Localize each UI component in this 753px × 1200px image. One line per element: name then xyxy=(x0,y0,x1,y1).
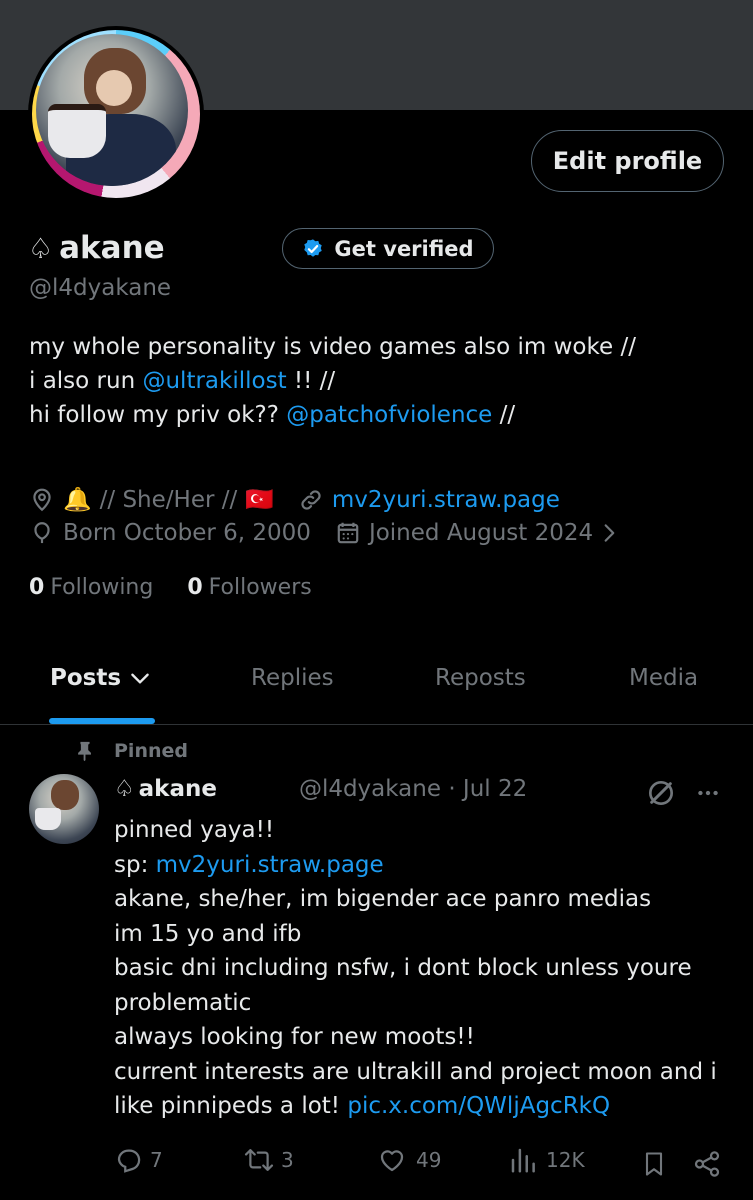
post-line: like pinnipeds a lot! xyxy=(114,1093,348,1119)
like-icon xyxy=(380,1150,404,1172)
profile-meta-row-1: 🔔 // She/Her // 🇹🇷 mv2yuri.straw.page xyxy=(29,486,560,513)
join-date: Joined August 2024 xyxy=(368,520,594,546)
following-count: 0 xyxy=(29,575,45,600)
post-text: pinned yaya!! sp: mv2yuri.straw.page aka… xyxy=(114,813,734,1124)
bio-line-3-end: // xyxy=(492,402,516,428)
bookmark-icon[interactable] xyxy=(640,1149,668,1179)
profile-handle: @l4dyakane xyxy=(29,275,172,301)
like-count: 49 xyxy=(416,1148,442,1172)
balloon-icon xyxy=(34,522,50,544)
like-button[interactable]: 49 xyxy=(376,1145,441,1175)
pinned-text: Pinned xyxy=(114,740,188,762)
post-avatar[interactable] xyxy=(29,774,99,844)
view-count: 12K xyxy=(546,1148,585,1172)
followers-label: Followers xyxy=(208,575,312,600)
reply-count: 7 xyxy=(150,1148,163,1172)
post-line: im 15 yo and ifb xyxy=(114,920,302,947)
flag-emoji: 🇹🇷 xyxy=(245,487,274,513)
bio-line-3-text: hi follow my priv ok?? xyxy=(29,402,287,428)
pin-icon xyxy=(78,741,91,762)
birthdate: Born October 6, 2000 xyxy=(63,520,311,546)
avatar-image xyxy=(36,34,188,186)
profile-meta-row-2: Born October 6, 2000 Joined August 2024 xyxy=(29,520,619,546)
reply-icon xyxy=(117,1149,141,1173)
chevron-right-icon[interactable] xyxy=(601,520,619,546)
pinned-label: Pinned xyxy=(74,740,188,762)
repost-icon xyxy=(244,1149,274,1171)
get-verified-button[interactable]: Get verified xyxy=(282,228,494,269)
post-line: current interests are ultrakill and proj… xyxy=(114,1058,717,1085)
post-website-link[interactable]: mv2yuri.straw.page xyxy=(156,852,384,878)
mention-patchofviolence[interactable]: @patchofviolence xyxy=(286,402,492,428)
follow-counts: 0 Following 0 Followers xyxy=(29,575,312,600)
location-icon xyxy=(33,488,51,511)
profile-bio: my whole personality is video games also… xyxy=(29,330,729,432)
following-link[interactable]: 0 Following xyxy=(29,575,153,600)
profile-avatar[interactable] xyxy=(28,26,204,202)
tab-posts-label: Posts xyxy=(50,665,122,691)
post-line: always looking for new moots!! xyxy=(114,1024,475,1050)
post-media-link[interactable]: pic.x.com/QWljAgcRkQ xyxy=(347,1093,610,1119)
mention-ultrakillost[interactable]: @ultrakillost xyxy=(142,368,286,394)
profile-name-row: ♤ akane xyxy=(28,230,165,266)
post-line: problematic xyxy=(114,989,252,1016)
post-header: ♤ akane @l4dyakane · Jul 22 xyxy=(114,776,527,802)
profile-name: akane xyxy=(59,230,165,266)
post-handle-date[interactable]: @l4dyakane · Jul 22 xyxy=(299,776,527,802)
website-link[interactable]: mv2yuri.straw.page xyxy=(332,487,560,513)
repost-count: 3 xyxy=(281,1148,294,1172)
location-text: // She/Her // xyxy=(99,486,238,513)
verified-badge-icon xyxy=(304,238,323,257)
views-icon xyxy=(511,1148,535,1173)
chevron-down-icon xyxy=(131,673,149,684)
grok-icon[interactable] xyxy=(645,777,677,809)
post-line: basic dni including nsfw, i dont block u… xyxy=(114,955,692,981)
tab-posts[interactable]: Posts xyxy=(50,665,153,691)
spade-glyph: ♤ xyxy=(28,231,54,265)
tab-media[interactable]: Media xyxy=(629,665,698,691)
location-emoji: 🔔 xyxy=(63,487,92,513)
post-line: akane, she/her, im bigender ace panro me… xyxy=(114,886,652,912)
edit-profile-button[interactable]: Edit profile xyxy=(531,130,724,192)
tabs-divider xyxy=(0,724,753,725)
post-author-name[interactable]: akane xyxy=(139,776,217,802)
post-line: sp: xyxy=(114,851,156,878)
followers-count: 0 xyxy=(187,575,203,600)
bio-line-1: my whole personality is video games also… xyxy=(29,334,636,360)
calendar-icon xyxy=(337,522,359,544)
post-actions: 7 3 49 12K xyxy=(0,1145,753,1185)
following-label: Following xyxy=(50,575,154,600)
bio-line-2-end: !! // xyxy=(286,368,336,394)
share-icon[interactable] xyxy=(692,1149,722,1179)
tab-reposts[interactable]: Reposts xyxy=(435,665,526,691)
link-icon xyxy=(301,489,321,510)
more-icon[interactable] xyxy=(694,780,722,806)
reply-button[interactable]: 7 xyxy=(114,1145,163,1175)
tab-replies[interactable]: Replies xyxy=(251,665,334,691)
followers-link[interactable]: 0 Followers xyxy=(187,575,311,600)
profile-tabs: Posts Replies Reposts Media xyxy=(0,655,753,725)
views-button[interactable]: 12K xyxy=(508,1145,585,1175)
post-author-glyph: ♤ xyxy=(114,776,135,802)
post-line: pinned yaya!! xyxy=(114,817,275,843)
repost-button[interactable]: 3 xyxy=(243,1145,294,1175)
bio-line-2-text: i also run xyxy=(29,368,143,394)
get-verified-label: Get verified xyxy=(334,236,474,261)
